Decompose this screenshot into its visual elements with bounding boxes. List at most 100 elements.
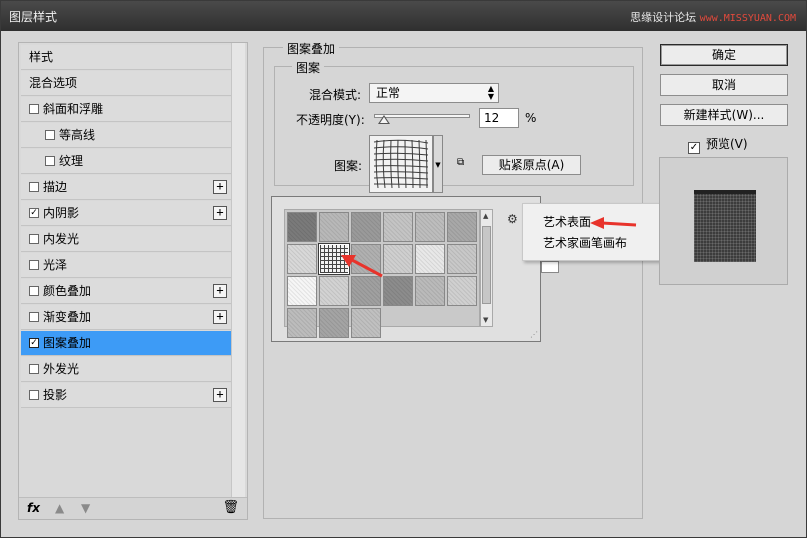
opacity-input[interactable]: 12 [479,108,519,128]
sidebar-item-checkbox[interactable] [29,364,39,374]
sidebar-item[interactable]: 等高线 [21,123,231,148]
add-effect-icon[interactable]: + [213,310,227,324]
sidebar-item[interactable]: ✓ 图案叠加 [21,331,231,356]
pattern-swatch[interactable] [287,212,317,242]
pattern-swatch[interactable] [415,276,445,306]
pattern-label: 图案: [334,159,363,173]
opacity-label: 不透明度(Y): [296,113,365,127]
blend-mode-value: 正常 [376,86,401,100]
sidebar-item-checkbox[interactable] [29,260,39,270]
scroll-up-icon[interactable]: ▲ [483,212,488,220]
pattern-swatch[interactable] [351,212,381,242]
sidebar-item[interactable]: 纹理 [21,149,231,174]
scroll-down-icon[interactable]: ▼ [483,316,488,324]
opacity-unit: % [525,111,537,125]
sidebar-item-label: 投影 [43,388,68,402]
scroll-thumb[interactable] [482,226,491,304]
pattern-swatch[interactable] [319,212,349,242]
menu-item-art-surfaces[interactable]: 艺术表面 [543,213,591,230]
style-preview [659,157,788,285]
sidebar-item-checkbox[interactable] [29,390,39,400]
pattern-swatch[interactable] [383,276,413,306]
pattern-swatch[interactable] [319,276,349,306]
watermark-text: 思缘设计论坛 [630,11,697,24]
pattern-swatch[interactable] [287,308,317,338]
pattern-swatch[interactable] [383,212,413,242]
fx-button[interactable]: fx [27,501,40,515]
add-effect-icon[interactable]: + [213,388,227,402]
style-list: 样式 混合选项 斜面和浮雕 等高线 纹理 描边 + ✓ 内阴影 + 内发光 光泽 颜色叠加 + 渐变叠加 + ✓… [19,43,231,415]
style-list-panel: 样式 混合选项 斜面和浮雕 等高线 纹理 描边 + ✓ 内阴影 + 内发光 光泽 颜色叠加 + 渐变叠加 + ✓… [18,42,248,520]
pattern-swatch[interactable] [319,308,349,338]
cancel-button[interactable]: 取消 [660,74,788,96]
sidebar-item-label: 内发光 [43,232,80,246]
sidebar-item[interactable]: 颜色叠加 + [21,279,231,304]
sidebar-item-label: 描边 [43,180,68,194]
ok-button[interactable]: 确定 [660,44,788,66]
pattern-swatch[interactable] [287,244,317,274]
watermark: 思缘设计论坛 www.MISSYUAN.COM [630,9,796,25]
pattern-swatch[interactable] [415,244,445,274]
style-preview-swatch [694,190,756,262]
pattern-swatch[interactable] [415,212,445,242]
pattern-thumbnail [370,136,432,192]
blend-mode-select[interactable]: 正常 ▲ ▼ [369,83,499,103]
sidebar-item-checkbox[interactable] [45,130,55,140]
sidebar-item-checkbox[interactable]: ✓ [29,338,39,348]
sidebar-item-label: 图案叠加 [43,336,92,350]
sidebar-item-checkbox[interactable] [29,182,39,192]
snap-to-origin-button[interactable]: 贴紧原点(A) [482,155,581,175]
preview-label: 预览(V) [706,137,748,151]
trash-icon[interactable]: 🗑 [222,500,239,515]
style-list-scrollbar[interactable] [231,43,245,503]
pattern-picker-caret-icon[interactable]: ▼ [433,135,443,193]
sidebar-item-label: 渐变叠加 [43,310,92,324]
add-effect-icon[interactable]: + [213,284,227,298]
new-style-button[interactable]: 新建样式(W)... [660,104,788,126]
menu-item-artist-brushes-canvas[interactable]: 艺术家画笔画布 [543,234,627,251]
new-preset-icon[interactable]: ⧉ [457,157,469,169]
sidebar-item-checkbox[interactable] [45,156,55,166]
sidebar-item[interactable]: 斜面和浮雕 [21,97,231,122]
sidebar-item-checkbox[interactable] [29,104,39,114]
pattern-swatch[interactable] [447,244,477,274]
checkmark-icon[interactable]: ✓ [688,142,700,154]
pattern-swatch[interactable] [351,308,381,338]
hidden-checkbox [541,261,559,273]
add-effect-icon[interactable]: + [213,206,227,220]
sidebar-item[interactable]: 外发光 [21,357,231,382]
panel-title: 图案叠加 [283,40,340,57]
preview-checkbox[interactable]: ✓ 预览(V) [688,135,748,154]
sidebar-item[interactable]: 描边 + [21,175,231,200]
sidebar-item[interactable]: 混合选项 [21,71,231,96]
sidebar-item[interactable]: 投影 + [21,383,231,408]
sidebar-item[interactable]: 样式 [21,45,231,70]
pattern-swatch[interactable] [447,276,477,306]
opacity-slider-thumb[interactable] [378,115,390,124]
watermark-url: www.MISSYUAN.COM [699,13,796,24]
sidebar-item[interactable]: 内发光 [21,227,231,252]
sidebar-item-checkbox[interactable]: ✓ [29,208,39,218]
pattern-swatch[interactable] [351,276,381,306]
pattern-swatch[interactable] [287,276,317,306]
sidebar-item[interactable]: 渐变叠加 + [21,305,231,330]
pattern-picker-popup: ▲ ▼ ⋰ [271,196,541,342]
sidebar-item-label: 斜面和浮雕 [43,102,104,116]
gear-icon[interactable]: ⚙ [507,212,518,226]
sidebar-item-checkbox[interactable] [29,286,39,296]
sidebar-item-checkbox[interactable] [29,234,39,244]
sidebar-item-checkbox[interactable] [29,312,39,322]
sidebar-item[interactable]: 光泽 [21,253,231,278]
arrow-up-icon[interactable]: ▲ [55,501,64,515]
resize-grip-icon[interactable]: ⋰ [530,330,538,339]
sidebar-item-label: 颜色叠加 [43,284,92,298]
sidebar-item[interactable]: ✓ 内阴影 + [21,201,231,226]
pattern-preview[interactable] [369,135,433,193]
add-effect-icon[interactable]: + [213,180,227,194]
pattern-picker-scrollbar[interactable]: ▲ ▼ [480,209,493,327]
pattern-subgroup-title: 图案 [292,59,325,76]
arrow-down-icon[interactable]: ▼ [81,501,90,515]
sidebar-item-label: 内阴影 [43,206,80,220]
pattern-swatch[interactable] [447,212,477,242]
dialog-title: 图层样式 [9,10,58,24]
